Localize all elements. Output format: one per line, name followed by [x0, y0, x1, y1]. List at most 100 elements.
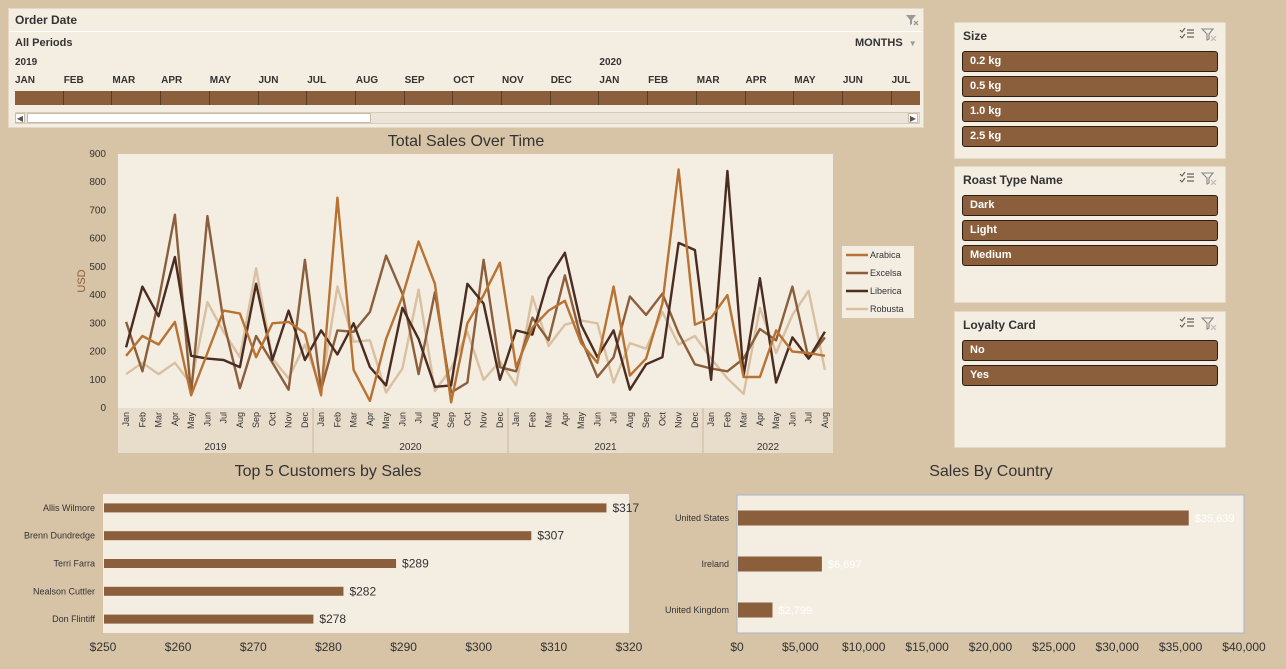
- timeline-month-12[interactable]: JAN: [599, 75, 647, 86]
- timeline-month-13[interactable]: FEB: [648, 75, 696, 86]
- line-chart-svg: 0 100 200 300 400 500 600 700 800 900 USD Jan Feb Mar…: [76, 149, 914, 453]
- timeline-month-6[interactable]: JUL: [307, 75, 355, 86]
- clear-filter-icon[interactable]: [1200, 27, 1217, 42]
- timeline-month-3[interactable]: APR: [161, 75, 209, 86]
- multi-select-icon[interactable]: [1179, 27, 1195, 41]
- bar: [738, 602, 773, 618]
- timeline-month-7[interactable]: AUG: [356, 75, 404, 86]
- multi-select-icon[interactable]: [1179, 171, 1195, 185]
- x-tick-label: Sep: [251, 412, 261, 428]
- x-tick-label: Jun: [202, 412, 212, 427]
- x-tick-label: Apr: [365, 412, 375, 426]
- timeline-month-divider: [208, 91, 210, 105]
- data-label: $35,639: [1195, 513, 1235, 525]
- clear-filter-icon[interactable]: [1200, 171, 1217, 186]
- x-tick-label: May: [381, 412, 391, 430]
- loyalty-card-slicer[interactable]: Loyalty Card No Yes: [954, 311, 1226, 448]
- timeline-month-divider: [841, 91, 843, 105]
- x-tick-label: Oct: [462, 412, 472, 427]
- timeline-month-1[interactable]: FEB: [64, 75, 112, 86]
- x-tick-label: Jun: [787, 412, 797, 427]
- roast-type-slicer[interactable]: Roast Type Name Dark Light Medium: [954, 166, 1226, 303]
- timeline-month-divider: [306, 91, 308, 105]
- scroll-right-icon[interactable]: ▶: [908, 113, 918, 123]
- timeline-month-8[interactable]: SEP: [405, 75, 453, 86]
- slicer-title: Roast Type Name: [963, 173, 1063, 187]
- y-tick-label: 600: [89, 234, 106, 245]
- timeline-month-16[interactable]: MAY: [794, 75, 842, 86]
- size-slicer[interactable]: Size 0.2 kg 0.5 kg 1.0 kg 2.5 kg: [954, 22, 1226, 159]
- timeline-month-17[interactable]: JUN: [843, 75, 891, 86]
- order-date-timeline[interactable]: Order Date All Periods MONTHS ▼ ◀ ▶ JAN F…: [8, 8, 924, 128]
- x-year-label: 2021: [594, 442, 617, 453]
- slicer-item-1-0-kg[interactable]: 1.0 kg: [962, 101, 1218, 122]
- x-tick-label: Jul: [414, 412, 424, 424]
- x-tick-label: $35,000: [1159, 640, 1203, 654]
- x-tick-label: $290: [390, 640, 417, 654]
- clear-filter-icon[interactable]: [1200, 316, 1217, 331]
- timeline-month-divider: [62, 91, 64, 105]
- x-tick-label: Feb: [527, 412, 537, 428]
- scroll-left-icon[interactable]: ◀: [15, 113, 25, 123]
- slicer-item-yes[interactable]: Yes: [962, 365, 1218, 386]
- timeline-period-bar[interactable]: [15, 91, 920, 105]
- timeline-month-11[interactable]: DEC: [551, 75, 599, 86]
- x-tick-label: Oct: [267, 412, 277, 427]
- bar: [104, 559, 397, 568]
- x-tick-label: $300: [465, 640, 492, 654]
- x-tick-label: $15,000: [905, 640, 949, 654]
- timeline-month-2[interactable]: MAR: [112, 75, 160, 86]
- timeline-month-0[interactable]: JAN: [15, 75, 63, 86]
- timeline-month-14[interactable]: MAR: [697, 75, 745, 86]
- y-tick-label: 100: [89, 375, 106, 386]
- bar-chart-svg: Allis Wilmore $317 Brenn Dundredge $307 Terr…: [24, 494, 643, 654]
- timeline-year-2019: 2019: [15, 57, 38, 68]
- legend-label: Robusta: [870, 304, 904, 314]
- slicer-item-0-5-kg[interactable]: 0.5 kg: [962, 76, 1218, 97]
- timeline-title: Order Date: [15, 13, 78, 27]
- data-label: $282: [349, 584, 376, 598]
- x-tick-label: Jul: [804, 412, 814, 424]
- slicer-title: Size: [963, 29, 988, 43]
- slicer-item-no[interactable]: No: [962, 340, 1218, 361]
- category-label: United Kingdom: [665, 605, 729, 615]
- timeline-month-5[interactable]: JUN: [259, 75, 307, 86]
- slicer-item-0-2-kg[interactable]: 0.2 kg: [962, 51, 1218, 72]
- data-label: $278: [319, 612, 346, 626]
- x-tick-label: $40,000: [1222, 640, 1266, 654]
- slicer-item-2-5-kg[interactable]: 2.5 kg: [962, 126, 1218, 147]
- timeline-month-15[interactable]: APR: [746, 75, 794, 86]
- multi-select-icon[interactable]: [1179, 316, 1195, 330]
- timeline-scroll-thumb[interactable]: [27, 113, 371, 123]
- x-tick-label: Mar: [349, 412, 359, 428]
- x-tick-label: Feb: [332, 412, 342, 428]
- x-tick-label: $5,000: [782, 640, 819, 654]
- slicer-item-light[interactable]: Light: [962, 220, 1218, 241]
- timeline-month-divider: [111, 91, 113, 105]
- slicer-item-medium[interactable]: Medium: [962, 245, 1218, 266]
- timeline-month-4[interactable]: MAY: [210, 75, 258, 86]
- slicer-toolbar: [1179, 27, 1217, 46]
- category-label: Brenn Dundredge: [24, 531, 95, 541]
- clear-filter-icon[interactable]: [905, 13, 919, 27]
- category-label: United States: [675, 513, 730, 523]
- x-tick-label: $10,000: [842, 640, 886, 654]
- timeline-month-10[interactable]: NOV: [502, 75, 550, 86]
- legend-label: Excelsa: [870, 268, 902, 278]
- category-label: Allis Wilmore: [43, 503, 95, 513]
- slicer-toolbar: [1179, 171, 1217, 190]
- y-tick-label: 400: [89, 290, 106, 301]
- timeline-month-divider: [257, 91, 259, 105]
- x-tick-label: Nov: [284, 412, 294, 429]
- timeline-month-divider: [403, 91, 405, 105]
- x-tick-label: Dec: [690, 412, 700, 429]
- timeline-granularity-select[interactable]: MONTHS ▼: [855, 37, 917, 49]
- x-tick-label: Mar: [154, 412, 164, 428]
- timeline-month-18[interactable]: JUL: [892, 75, 940, 86]
- slicer-item-dark[interactable]: Dark: [962, 195, 1218, 216]
- timeline-month-9[interactable]: OCT: [453, 75, 501, 86]
- x-tick-label: $280: [315, 640, 342, 654]
- y-tick-label: 0: [100, 403, 106, 414]
- timeline-month-divider: [647, 91, 649, 105]
- x-tick-label: Jul: [609, 412, 619, 424]
